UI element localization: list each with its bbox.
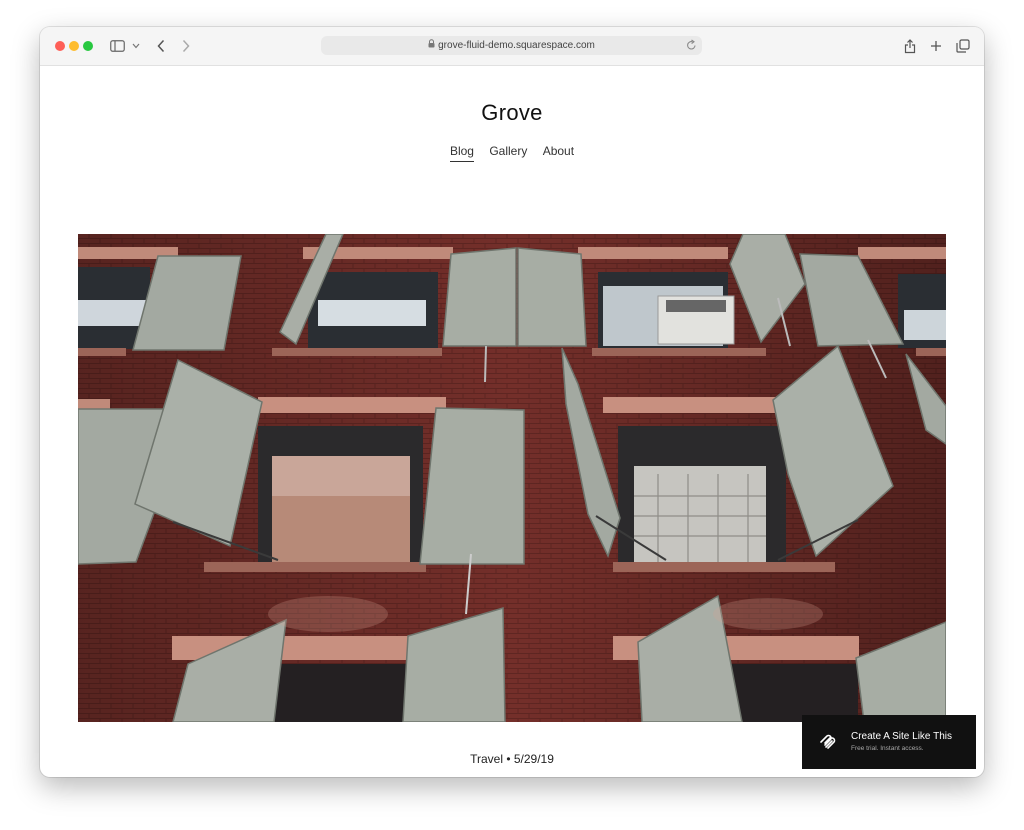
badge-title: Create A Site Like This [851, 731, 952, 742]
tabs-icon[interactable] [954, 37, 972, 55]
browser-toolbar: grove-fluid-demo.squarespace.com [40, 27, 984, 66]
plus-icon[interactable] [927, 37, 945, 55]
sidebar-toggle-icon[interactable] [108, 37, 126, 55]
close-window-button[interactable] [55, 41, 65, 51]
nav-link-blog[interactable]: Blog [449, 144, 474, 162]
zoom-window-button[interactable] [83, 41, 93, 51]
site-title[interactable]: Grove [40, 100, 984, 126]
share-icon[interactable] [901, 37, 919, 55]
nav-link-gallery[interactable]: Gallery [489, 144, 527, 161]
browser-window: grove-fluid-demo.squarespace.com Grove B… [40, 27, 984, 777]
site-nav: Blog Gallery About [40, 144, 984, 162]
back-arrow-icon[interactable] [152, 37, 170, 55]
nav-link-about[interactable]: About [543, 144, 574, 161]
squarespace-logo-icon [818, 732, 838, 757]
chevron-down-icon[interactable] [127, 37, 145, 55]
lock-icon [428, 36, 435, 55]
reload-icon[interactable] [686, 38, 697, 59]
address-bar[interactable]: grove-fluid-demo.squarespace.com [321, 36, 702, 55]
minimize-window-button[interactable] [69, 41, 79, 51]
badge-subtitle: Free trial. Instant access. [851, 745, 924, 752]
create-site-badge[interactable]: Create A Site Like This Free trial. Inst… [802, 715, 976, 769]
address-url: grove-fluid-demo.squarespace.com [438, 40, 595, 51]
hero-image[interactable] [78, 234, 946, 722]
forward-arrow-icon[interactable] [177, 37, 195, 55]
